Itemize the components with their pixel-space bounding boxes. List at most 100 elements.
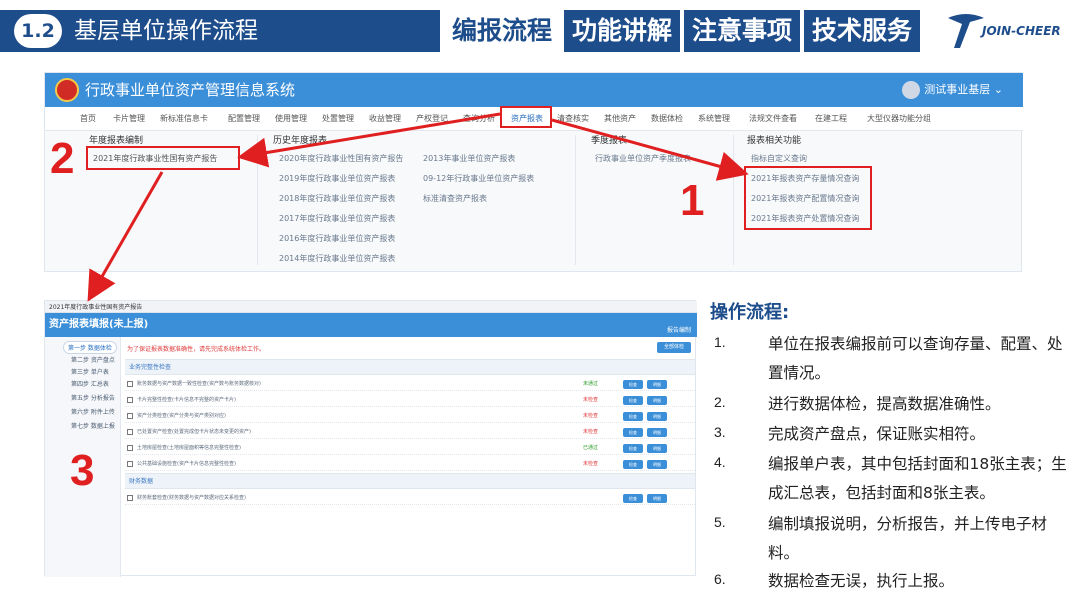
divider <box>733 135 734 265</box>
step-item[interactable]: 第二步 资产盘点 <box>71 355 115 364</box>
detail-button[interactable]: 明细 <box>647 428 667 437</box>
form-header-link[interactable]: 报告编制 <box>667 325 691 334</box>
status-badge: 未通过 <box>583 381 599 387</box>
menu-item[interactable]: 2014年度行政事业单位资产报表 <box>279 253 395 264</box>
table-row: 财务账套检查(财务数据与资产数据对应关系检查) 检查 明细 <box>125 491 695 505</box>
nav-item[interactable]: 法规文件查看 <box>749 107 797 131</box>
user-name: 测试事业基层 <box>924 83 991 96</box>
status-badge: 未检查 <box>583 429 599 435</box>
detail-button[interactable]: 明细 <box>647 460 667 469</box>
top-banner: 1.2 基层单位操作流程 编报流程 功能讲解 注意事项 技术服务 JOIN-CH… <box>0 0 1080 64</box>
nav-item[interactable]: 大型仪器功能分组 <box>867 107 931 131</box>
nav-item[interactable]: 其他资产 <box>604 107 636 131</box>
detail-button[interactable]: 明细 <box>647 494 667 503</box>
row-checkbox[interactable] <box>127 381 133 387</box>
highlight-query-functions <box>744 166 872 230</box>
nav-item[interactable]: 清查核实 <box>557 107 589 131</box>
menu-item[interactable]: 2020年度行政事业性国有资产报告 <box>279 153 403 164</box>
form-tab[interactable]: 2021年度行政事业性国有资产报告 <box>49 302 142 311</box>
nav-item[interactable]: 数据体检 <box>651 107 683 131</box>
user-menu[interactable]: 测试事业基层 ⌄ <box>902 73 1003 107</box>
nav-item[interactable]: 在建工程 <box>815 107 847 131</box>
detail-button[interactable]: 明细 <box>647 444 667 453</box>
nav-item[interactable]: 查询分析 <box>463 107 495 131</box>
check-button[interactable]: 检查 <box>623 428 643 437</box>
tab-notes[interactable]: 注意事项 <box>684 10 801 52</box>
nav-item[interactable]: 产权登记 <box>416 107 448 131</box>
row-checkbox[interactable] <box>127 495 133 501</box>
nav-item[interactable]: 首页 <box>80 107 96 131</box>
status-badge: 未检查 <box>583 397 599 403</box>
status-badge: 已通过 <box>583 445 599 451</box>
menu-heading-functions: 报表相关功能 <box>747 136 802 146</box>
nav-item[interactable]: 新标准信息卡 <box>160 107 208 131</box>
menu-item[interactable]: 09-12年行政事业单位资产报表 <box>423 173 534 184</box>
check-button[interactable]: 检查 <box>623 494 643 503</box>
row-checkbox[interactable] <box>127 429 133 435</box>
step-item[interactable]: 第七步 数据上报 <box>71 421 115 430</box>
section-title: 基层单位操作流程 <box>74 18 258 44</box>
step-item[interactable]: 第五步 分析报告 <box>71 393 115 402</box>
marker-3: 3 <box>70 446 95 495</box>
detail-button[interactable]: 明细 <box>647 380 667 389</box>
nav-item[interactable]: 系统管理 <box>698 107 730 131</box>
system-screenshot: 行政事业单位资产管理信息系统 测试事业基层 ⌄ 首页 卡片管理 新标准信息卡 配… <box>44 72 1023 272</box>
system-title: 行政事业单位资产管理信息系统 <box>85 81 296 99</box>
menu-item[interactable]: 2016年度行政事业单位资产报表 <box>279 233 395 244</box>
menu-item[interactable]: 行政事业单位资产季度报表 <box>595 153 691 164</box>
joincheer-logo: JOIN-CHEER <box>944 8 1080 56</box>
nav-item[interactable]: 配置管理 <box>228 107 260 131</box>
step-item[interactable]: 第六步 附件上传 <box>71 407 115 416</box>
row-checkbox[interactable] <box>127 413 133 419</box>
menu-heading-history: 历史年度报表 <box>273 136 328 146</box>
step-item[interactable]: 第一步 数据体检 <box>63 341 117 354</box>
table-row: 卡片完整性检查(卡片信息不完整的资产卡片) 未检查 检查 明细 <box>125 393 695 407</box>
divider <box>575 135 576 265</box>
logo-text: JOIN-CHEER <box>982 24 1061 38</box>
row-checkbox[interactable] <box>127 461 133 467</box>
check-button[interactable]: 检查 <box>623 444 643 453</box>
row-checkbox[interactable] <box>127 445 133 451</box>
nav-item[interactable]: 收益管理 <box>369 107 401 131</box>
step-item[interactable]: 第四步 汇总表 <box>71 379 109 388</box>
menu-item[interactable]: 2018年度行政事业单位资产报表 <box>279 193 395 204</box>
tab-features[interactable]: 功能讲解 <box>564 10 681 52</box>
status-badge: 未检查 <box>583 413 599 419</box>
menu-heading-quarterly: 季度报表 <box>591 136 628 146</box>
form-title: 资产报表填报(未上报) <box>49 319 149 330</box>
step-item[interactable]: 第三步 单户表 <box>71 367 109 376</box>
menu-item[interactable]: 标准清查资产报表 <box>423 193 487 204</box>
detail-button[interactable]: 明细 <box>647 396 667 405</box>
chevron-down-icon: ⌄ <box>993 83 1003 96</box>
tab-process[interactable]: 编报流程 <box>444 10 561 52</box>
topic-tabs: 编报流程 功能讲解 注意事项 技术服务 <box>444 10 921 52</box>
table-row: 公共基础设施检查(资产卡片信息完整性检查) 未检查 检查 明细 <box>125 457 695 471</box>
detail-button[interactable]: 明细 <box>647 412 667 421</box>
nav-item[interactable]: 卡片管理 <box>113 107 145 131</box>
row-checkbox[interactable] <box>127 397 133 403</box>
menu-item[interactable]: 2013年事业单位资产报表 <box>423 153 515 164</box>
nav-item[interactable]: 处置管理 <box>322 107 354 131</box>
warning-text: 为了保证报表数据准确性，请先完成系统体检工作。 <box>127 346 266 353</box>
menu-item[interactable]: 2017年度行政事业单位资产报表 <box>279 213 395 224</box>
report-form-screenshot: 2021年度行政事业性国有资产报告 资产报表填报(未上报) 报告编制 第一步 数… <box>44 300 697 577</box>
table-row: 资产分类检查(资产分类与资产类别对应) 未检查 检查 明细 <box>125 409 695 423</box>
national-emblem-icon <box>55 78 79 102</box>
group-header: 财务数据 <box>125 473 695 489</box>
logo-icon <box>948 14 984 48</box>
menu-item[interactable]: 2019年度行政事业单位资产报表 <box>279 173 395 184</box>
divider <box>257 135 258 265</box>
menu-item[interactable]: 指标自定义查询 <box>751 153 807 164</box>
check-button[interactable]: 检查 <box>623 396 643 405</box>
check-button[interactable]: 检查 <box>623 460 643 469</box>
check-button[interactable]: 检查 <box>623 412 643 421</box>
marker-1: 1 <box>680 176 705 225</box>
highlight-asset-reports <box>500 106 552 128</box>
check-all-button[interactable]: 全部体检 <box>657 342 691 353</box>
tab-support[interactable]: 技术服务 <box>804 10 921 52</box>
check-button[interactable]: 检查 <box>623 380 643 389</box>
form-tabbar: 2021年度行政事业性国有资产报告 <box>45 301 697 313</box>
nav-item[interactable]: 使用管理 <box>275 107 307 131</box>
marker-2: 2 <box>50 134 75 183</box>
menu-heading-annual: 年度报表编制 <box>89 136 144 146</box>
